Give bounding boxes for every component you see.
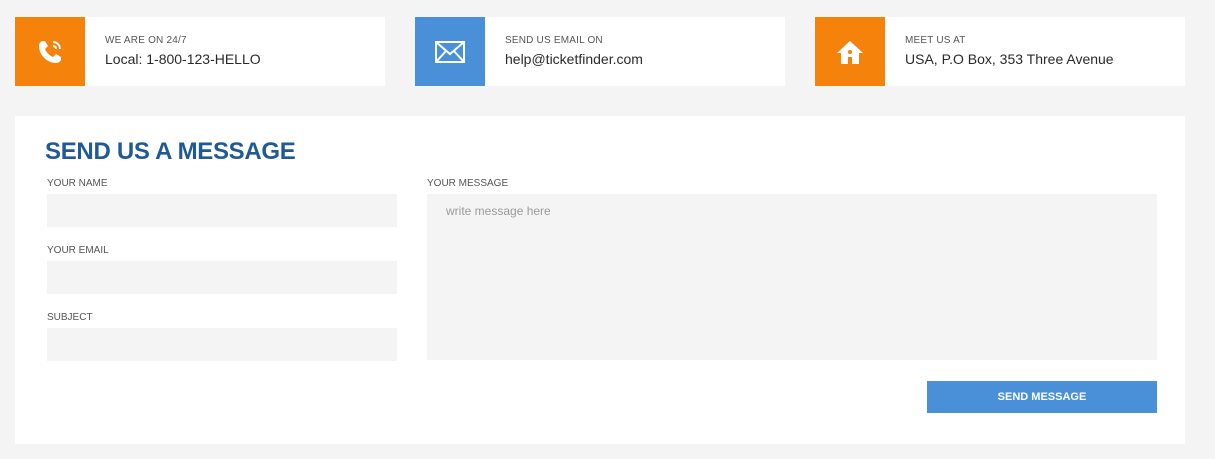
- contact-card-label: SEND US EMAIL ON: [505, 35, 603, 46]
- message-label: YOUR MESSAGE: [427, 178, 509, 189]
- contact-card-address: MEET US AT USA, P.O Box, 353 Three Avenu…: [815, 17, 1185, 86]
- name-label: YOUR NAME: [47, 178, 108, 189]
- name-input[interactable]: [47, 194, 397, 227]
- send-message-button[interactable]: SEND MESSAGE: [927, 381, 1157, 413]
- contact-cards: WE ARE ON 24/7 Local: 1-800-123-HELLO SE…: [15, 17, 1185, 86]
- contact-card-value[interactable]: help@ticketfinder.com: [505, 51, 643, 68]
- email-label: YOUR EMAIL: [47, 245, 109, 256]
- subject-label: SUBJECT: [47, 312, 93, 323]
- contact-card-phone: WE ARE ON 24/7 Local: 1-800-123-HELLO: [15, 17, 385, 86]
- contact-card-label: WE ARE ON 24/7: [105, 35, 187, 46]
- phone-icon: [15, 17, 85, 86]
- email-input[interactable]: [47, 261, 397, 294]
- message-textarea[interactable]: [427, 194, 1157, 360]
- form-title: SEND US A MESSAGE: [45, 138, 296, 165]
- contact-card-value: USA, P.O Box, 353 Three Avenue: [905, 51, 1114, 67]
- mail-icon: [415, 17, 485, 86]
- message-form-panel: SEND US A MESSAGE YOUR NAME YOUR EMAIL S…: [15, 116, 1185, 444]
- contact-card-email: SEND US EMAIL ON help@ticketfinder.com: [415, 17, 785, 86]
- contact-card-label: MEET US AT: [905, 35, 966, 46]
- contact-card-value: Local: 1-800-123-HELLO: [105, 51, 261, 67]
- home-icon: [815, 17, 885, 86]
- subject-input[interactable]: [47, 328, 397, 361]
